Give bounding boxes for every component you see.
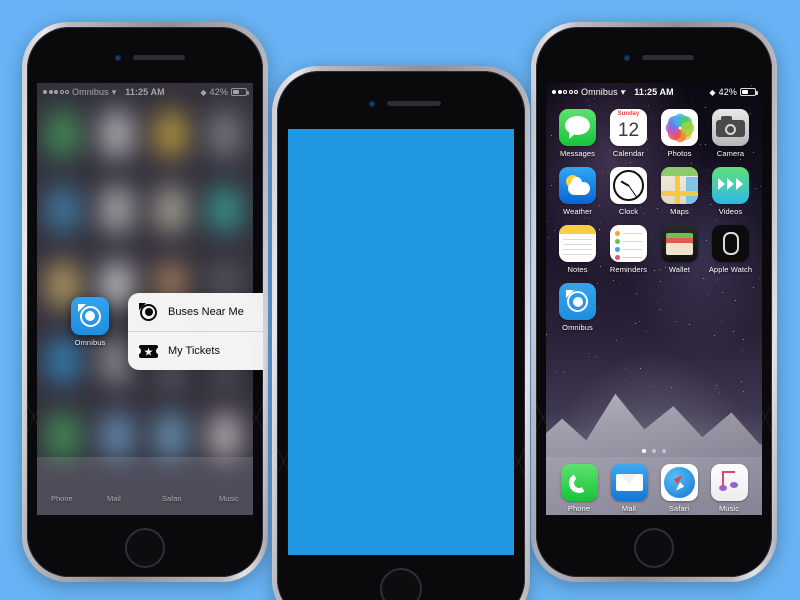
dock-app-safari[interactable]: Safari (654, 464, 704, 513)
phone-center (272, 66, 530, 600)
quick-action-my-tickets[interactable]: My Tickets (128, 332, 263, 370)
app-label: Weather (563, 207, 592, 216)
earpiece-speaker-icon (642, 55, 694, 60)
app-photos[interactable]: Photos (656, 109, 703, 158)
status-bar-right: Omnibus ▾ 11:25 AM ◆ 42% (546, 83, 762, 101)
app-label: Wallet (669, 265, 690, 274)
dock-app-label: Mail (622, 504, 636, 513)
dock-app-label: Music (719, 504, 739, 513)
phone-icon[interactable] (561, 464, 598, 501)
app-label: Maps (670, 207, 689, 216)
home-screen-app-grid: Messages Sunday 12 Calendar Photos Camer… (546, 105, 762, 332)
omnibus-icon[interactable] (559, 283, 596, 320)
quick-action-label: Buses Near Me (168, 306, 244, 318)
maps-icon[interactable] (661, 167, 698, 204)
status-bar-left: Omnibus ▾ 11:25 AM ◆ 42% (37, 83, 253, 101)
app-label: Notes (567, 265, 587, 274)
app-messages[interactable]: Messages (554, 109, 601, 158)
messages-icon[interactable] (559, 109, 596, 146)
battery-icon (231, 88, 247, 96)
target-pointer-icon (139, 303, 158, 322)
app-videos[interactable]: Videos (707, 167, 754, 216)
wallet-icon[interactable] (661, 225, 698, 262)
page-dot-1[interactable] (642, 449, 646, 453)
home-button[interactable] (380, 568, 422, 600)
safari-icon[interactable] (661, 464, 698, 501)
phone-center-screen[interactable] (288, 129, 514, 555)
app-camera[interactable]: Camera (707, 109, 754, 158)
clock-label: 11:25 AM (546, 87, 762, 97)
phone-right: Omnibus ▾ 11:25 AM ◆ 42% Messages Sunday… (531, 22, 777, 582)
front-camera-icon (369, 101, 375, 107)
peek-app-omnibus[interactable]: Omnibus (67, 297, 113, 347)
app-label: Reminders (610, 265, 647, 274)
omnibus-core-icon (85, 311, 95, 321)
app-label: Apple Watch (709, 265, 752, 274)
dock-app-music[interactable]: Music (704, 464, 754, 513)
home-screen-dock: Phone Mail Safari Music (546, 457, 762, 515)
notes-icon[interactable] (559, 225, 596, 262)
app-label: Photos (668, 149, 692, 158)
dock-app-label: Safari (669, 504, 689, 513)
blurred-dock-label-music: Music (219, 494, 239, 503)
home-button[interactable] (634, 528, 674, 568)
app-clock[interactable]: Clock (605, 167, 652, 216)
weather-icon[interactable] (559, 167, 596, 204)
app-label: Clock (619, 207, 638, 216)
page-indicator-dots[interactable] (546, 449, 762, 453)
music-icon[interactable] (711, 464, 748, 501)
reminders-icon[interactable] (610, 225, 647, 262)
phone-right-screen[interactable]: Omnibus ▾ 11:25 AM ◆ 42% Messages Sunday… (546, 83, 762, 515)
earpiece-speaker-icon (387, 101, 441, 106)
videos-icon[interactable] (712, 167, 749, 204)
app-label: Camera (717, 149, 744, 158)
page-dot-2[interactable] (652, 449, 656, 453)
phone-left-body: Omnibus ▾ 11:25 AM ◆ 42% Phone Mail Safa… (27, 27, 263, 577)
app-reminders[interactable]: Reminders (605, 225, 652, 274)
quick-actions-popup[interactable]: Buses Near Me My Tickets (128, 293, 263, 370)
blurred-dock-label-mail: Mail (107, 494, 121, 503)
omnibus-icon[interactable] (71, 297, 109, 335)
app-calendar[interactable]: Sunday 12 Calendar (605, 109, 652, 158)
battery-icon (740, 88, 756, 96)
dock-app-mail[interactable]: Mail (604, 464, 654, 513)
front-camera-icon (624, 55, 630, 61)
app-wallet[interactable]: Wallet (656, 225, 703, 274)
quick-action-label: My Tickets (168, 345, 220, 357)
front-camera-icon (115, 55, 121, 61)
app-notes[interactable]: Notes (554, 225, 601, 274)
app-label: Omnibus (562, 323, 593, 332)
blurred-dock-label-safari: Safari (162, 494, 182, 503)
dock-app-phone[interactable]: Phone (554, 464, 604, 513)
phone-left: Omnibus ▾ 11:25 AM ◆ 42% Phone Mail Safa… (22, 22, 268, 582)
blurred-dock (37, 457, 253, 515)
calendar-icon[interactable]: Sunday 12 (610, 109, 647, 146)
app-label: Messages (560, 149, 595, 158)
peek-app-label: Omnibus (75, 338, 106, 347)
phone-center-body (277, 71, 525, 600)
app-apple-watch[interactable]: Apple Watch (707, 225, 754, 274)
camera-icon[interactable] (712, 109, 749, 146)
quick-action-buses-near-me[interactable]: Buses Near Me (128, 293, 263, 331)
blurred-dock-label-phone: Phone (51, 494, 73, 503)
app-omnibus[interactable]: Omnibus (554, 283, 601, 332)
app-weather[interactable]: Weather (554, 167, 601, 216)
app-maps[interactable]: Maps (656, 167, 703, 216)
clock-icon[interactable] (610, 167, 647, 204)
home-button[interactable] (125, 528, 165, 568)
apple-watch-icon[interactable] (712, 225, 749, 262)
earpiece-speaker-icon (133, 55, 185, 60)
calendar-day: 12 (610, 118, 647, 144)
app-label: Videos (719, 207, 742, 216)
mail-icon[interactable] (611, 464, 648, 501)
page-dot-3[interactable] (662, 449, 666, 453)
app-label: Calendar (613, 149, 644, 158)
blank-blue-app-screen[interactable] (288, 129, 514, 555)
phone-right-body: Omnibus ▾ 11:25 AM ◆ 42% Messages Sunday… (536, 27, 772, 577)
ticket-star-icon (139, 342, 158, 361)
photos-icon[interactable] (661, 109, 698, 146)
clock-label: 11:25 AM (37, 87, 253, 97)
dock-app-label: Phone (568, 504, 590, 513)
